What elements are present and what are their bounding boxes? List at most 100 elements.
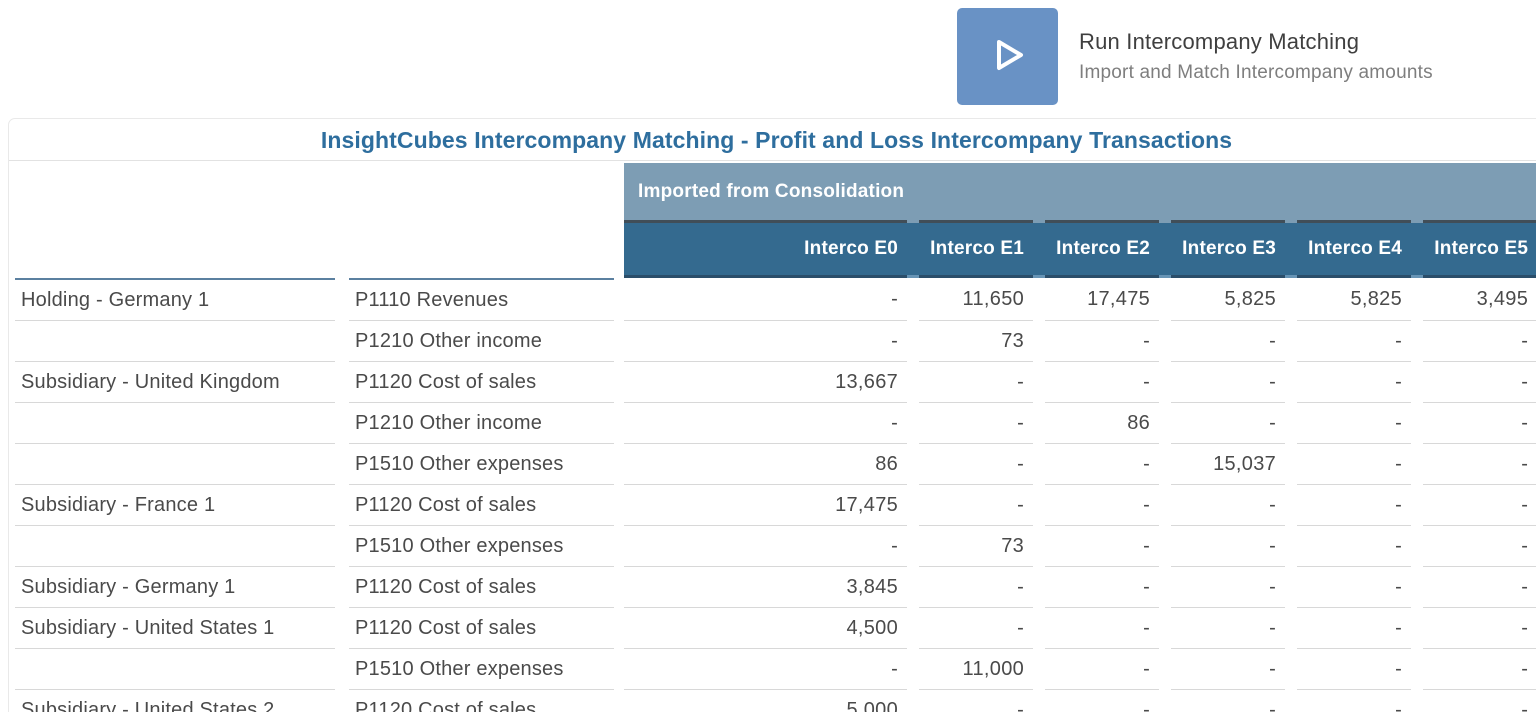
entity-cell[interactable]: Subsidiary - France 1 bbox=[15, 485, 335, 526]
value-cell-e2[interactable]: 17,475 bbox=[1045, 278, 1160, 321]
value-cell-e1[interactable]: 11,000 bbox=[919, 649, 1034, 690]
account-cell[interactable]: P1210 Other income bbox=[349, 321, 614, 362]
account-cell[interactable]: P1110 Revenues bbox=[349, 278, 614, 321]
value-cell-e4[interactable]: - bbox=[1297, 362, 1412, 403]
value-cell-e3[interactable]: - bbox=[1171, 321, 1286, 362]
column-header-interco-e0[interactable]: Interco E0 bbox=[624, 220, 908, 278]
value-cell-e0[interactable]: - bbox=[624, 649, 908, 690]
value-cell-e4[interactable]: 5,825 bbox=[1297, 278, 1412, 321]
value-cell-e5[interactable]: - bbox=[1423, 485, 1536, 526]
value-cell-e5[interactable]: - bbox=[1423, 403, 1536, 444]
value-cell-e0[interactable]: 5,000 bbox=[624, 690, 907, 712]
value-cell-e2[interactable]: - bbox=[1045, 567, 1160, 608]
column-header-interco-e3[interactable]: Interco E3 bbox=[1171, 220, 1286, 278]
value-cell-e1[interactable]: - bbox=[919, 403, 1034, 444]
value-cell-e3[interactable]: - bbox=[1171, 403, 1286, 444]
account-cell[interactable]: P1510 Other expenses bbox=[349, 444, 614, 485]
run-action-title: Run Intercompany Matching bbox=[1079, 28, 1360, 54]
entity-cell[interactable]: Subsidiary - United States 1 bbox=[15, 608, 335, 649]
account-cell[interactable]: P1120 Cost of sales bbox=[349, 690, 614, 712]
column-gap bbox=[1033, 403, 1046, 444]
value-cell-e5[interactable]: - bbox=[1423, 608, 1536, 649]
value-cell-e1[interactable]: - bbox=[919, 485, 1034, 526]
value-cell-e3[interactable]: 5,825 bbox=[1171, 278, 1286, 321]
column-header-interco-e1[interactable]: Interco E1 bbox=[919, 220, 1034, 278]
value-cell-e2[interactable]: - bbox=[1045, 608, 1160, 649]
column-header-interco-e5[interactable]: Interco E5 bbox=[1423, 220, 1536, 278]
value-cell-e5[interactable]: - bbox=[1423, 526, 1536, 567]
column-header-interco-e2[interactable]: Interco E2 bbox=[1045, 220, 1160, 278]
value-cell-e4[interactable]: - bbox=[1297, 690, 1411, 712]
value-cell-e0[interactable]: 86 bbox=[624, 444, 908, 485]
value-cell-e1[interactable]: 73 bbox=[919, 321, 1034, 362]
column-header-interco-e4[interactable]: Interco E4 bbox=[1297, 220, 1412, 278]
value-cell-e5[interactable]: - bbox=[1423, 567, 1536, 608]
account-cell[interactable]: P1510 Other expenses bbox=[349, 526, 614, 567]
account-cell[interactable]: P1120 Cost of sales bbox=[349, 567, 614, 608]
entity-cell[interactable]: Subsidiary - Germany 1 bbox=[15, 567, 335, 608]
value-cell-e4[interactable]: - bbox=[1297, 526, 1412, 567]
account-cell[interactable]: P1120 Cost of sales bbox=[349, 362, 614, 403]
value-cell-e2[interactable]: - bbox=[1045, 690, 1159, 712]
value-cell-e0[interactable]: - bbox=[624, 526, 908, 567]
value-cell-e2[interactable]: - bbox=[1045, 649, 1160, 690]
value-cell-e0[interactable]: 3,845 bbox=[624, 567, 908, 608]
value-cell-e5[interactable]: - bbox=[1423, 362, 1536, 403]
value-cell-e4[interactable]: - bbox=[1297, 485, 1412, 526]
run-intercompany-matching-button[interactable] bbox=[957, 8, 1058, 105]
value-cell-e0[interactable]: 13,667 bbox=[624, 362, 908, 403]
value-cell-e5[interactable]: - bbox=[1423, 649, 1536, 690]
value-cell-e4[interactable]: - bbox=[1297, 608, 1412, 649]
value-cell-e0[interactable]: 4,500 bbox=[624, 608, 908, 649]
value-cell-e2[interactable]: - bbox=[1045, 485, 1160, 526]
account-cell[interactable]: P1120 Cost of sales bbox=[349, 608, 614, 649]
entity-cell[interactable]: Subsidiary - United Kingdom bbox=[15, 362, 335, 403]
value-cell-e3[interactable]: - bbox=[1171, 526, 1286, 567]
value-cell-e2[interactable]: - bbox=[1045, 362, 1160, 403]
value-cell-e0[interactable]: - bbox=[624, 278, 908, 321]
value-cell-e1[interactable]: - bbox=[919, 362, 1034, 403]
value-cell-e2[interactable]: - bbox=[1045, 321, 1160, 362]
entity-cell[interactable] bbox=[15, 526, 335, 567]
value-cell-e5[interactable]: - bbox=[1423, 690, 1536, 712]
value-cell-e3[interactable]: - bbox=[1171, 690, 1285, 712]
value-cell-e4[interactable]: - bbox=[1297, 567, 1412, 608]
value-cell-e5[interactable]: - bbox=[1423, 321, 1536, 362]
entity-cell[interactable]: Subsidiary - United States 2 bbox=[15, 690, 335, 712]
entity-cell[interactable] bbox=[15, 444, 335, 485]
value-cell-e0[interactable]: - bbox=[624, 321, 908, 362]
value-cell-e1[interactable]: - bbox=[919, 690, 1033, 712]
value-cell-e3[interactable]: 15,037 bbox=[1171, 444, 1286, 485]
value-cell-e5[interactable]: 3,495 bbox=[1423, 278, 1536, 321]
value-cell-e1[interactable]: 11,650 bbox=[919, 278, 1034, 321]
account-cell[interactable]: P1510 Other expenses bbox=[349, 649, 614, 690]
entity-cell[interactable] bbox=[15, 321, 335, 362]
value-cell-e3[interactable]: - bbox=[1171, 567, 1286, 608]
column-gap bbox=[1285, 403, 1298, 444]
value-cell-e0[interactable]: 17,475 bbox=[624, 485, 908, 526]
value-cell-e2[interactable]: 86 bbox=[1045, 403, 1160, 444]
value-cell-e1[interactable]: - bbox=[919, 608, 1034, 649]
value-cell-e3[interactable]: - bbox=[1171, 649, 1286, 690]
value-cell-e2[interactable]: - bbox=[1045, 526, 1160, 567]
entity-cell[interactable] bbox=[15, 403, 335, 444]
value-cell-e0[interactable]: - bbox=[624, 403, 908, 444]
value-cell-e4[interactable]: - bbox=[1297, 403, 1412, 444]
column-gap bbox=[1285, 444, 1298, 485]
value-cell-e1[interactable]: - bbox=[919, 567, 1034, 608]
value-cell-e4[interactable]: - bbox=[1297, 649, 1412, 690]
value-cell-e4[interactable]: - bbox=[1297, 444, 1412, 485]
account-cell[interactable]: P1210 Other income bbox=[349, 403, 614, 444]
value-cell-e4[interactable]: - bbox=[1297, 321, 1412, 362]
group-header[interactable]: Imported from Consolidation bbox=[624, 163, 1536, 220]
value-cell-e1[interactable]: 73 bbox=[919, 526, 1034, 567]
value-cell-e2[interactable]: - bbox=[1045, 444, 1160, 485]
value-cell-e3[interactable]: - bbox=[1171, 362, 1286, 403]
entity-cell[interactable]: Holding - Germany 1 bbox=[15, 278, 335, 321]
value-cell-e3[interactable]: - bbox=[1171, 485, 1286, 526]
value-cell-e5[interactable]: - bbox=[1423, 444, 1536, 485]
value-cell-e1[interactable]: - bbox=[919, 444, 1034, 485]
entity-cell[interactable] bbox=[15, 649, 335, 690]
account-cell[interactable]: P1120 Cost of sales bbox=[349, 485, 614, 526]
value-cell-e3[interactable]: - bbox=[1171, 608, 1286, 649]
